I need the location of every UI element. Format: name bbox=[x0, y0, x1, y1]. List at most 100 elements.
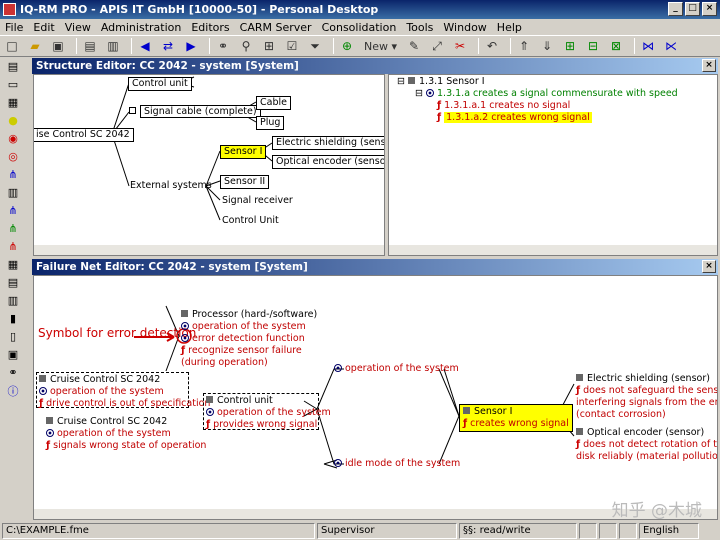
structure-node-signal-receiver[interactable]: Signal receiver bbox=[222, 195, 293, 207]
structure-node-cable[interactable]: Cable bbox=[256, 96, 291, 110]
menu-administration[interactable]: Administration bbox=[96, 21, 187, 34]
users-tool-icon[interactable]: ⚭ bbox=[3, 364, 23, 381]
close-button[interactable]: × bbox=[702, 2, 717, 16]
structure-node-plug[interactable]: Plug bbox=[256, 116, 285, 130]
function-icon bbox=[334, 459, 342, 467]
menu-file[interactable]: File bbox=[0, 21, 28, 34]
menu-consolidation[interactable]: Consolidation bbox=[317, 21, 402, 34]
undo-icon[interactable]: ↶ bbox=[483, 37, 501, 55]
save-icon[interactable]: ▣ bbox=[49, 37, 67, 55]
structure-node-external-systems[interactable]: External systems bbox=[130, 180, 212, 192]
optical-encoder-node[interactable]: Optical encoder (sensor) ƒ does not detec… bbox=[576, 427, 717, 463]
function-tree-root-label: 1.3.1 Sensor I bbox=[419, 76, 485, 87]
function-tree-root[interactable]: ⊟ 1.3.1 Sensor I bbox=[397, 76, 485, 88]
arrow-mixed-icon[interactable]: ⇄ bbox=[159, 37, 177, 55]
sensor-focus-node[interactable]: Sensor I ƒ creates wrong signal bbox=[459, 404, 573, 432]
structure-node-sensor-1[interactable]: Sensor I bbox=[220, 145, 267, 159]
failure-net-canvas[interactable]: Symbol for error detection Processor (ha… bbox=[33, 275, 718, 520]
structure-icon[interactable]: ⊞ bbox=[260, 37, 278, 55]
arrow-right-icon[interactable]: ▶ bbox=[182, 37, 200, 55]
new-file-icon[interactable]: □ bbox=[3, 37, 21, 55]
shielding-node[interactable]: Electric shielding (sensor) ƒ does not sa… bbox=[576, 373, 717, 421]
structure-element-icon bbox=[463, 407, 470, 414]
collapse-icon[interactable]: ⊟ bbox=[415, 88, 423, 99]
function-tree-function[interactable]: ⊟ 1.3.1.a creates a signal commensurate … bbox=[415, 88, 678, 100]
chart-tool-icon[interactable]: ▮ bbox=[3, 310, 23, 327]
net-tool-icon[interactable]: ⋔ bbox=[3, 202, 23, 219]
bars-tool-icon[interactable]: ▯ bbox=[3, 328, 23, 345]
add-node-icon[interactable]: ⊕ bbox=[338, 37, 356, 55]
check-icon[interactable]: ☑ bbox=[283, 37, 301, 55]
arrow-left-icon[interactable]: ◀ bbox=[136, 37, 154, 55]
binoculars-icon[interactable]: ⚭ bbox=[214, 37, 232, 55]
lightbulb-icon[interactable]: ● bbox=[3, 112, 23, 129]
processor-node[interactable]: Processor (hard-/software) operation of … bbox=[181, 309, 321, 369]
print-preview-icon[interactable]: ▤ bbox=[81, 37, 99, 55]
structure-node-control-unit[interactable]: Control unit bbox=[128, 77, 192, 91]
target-alt-icon[interactable]: ◎ bbox=[3, 148, 23, 165]
idle-mode-node[interactable]: idle mode of the system bbox=[334, 458, 460, 470]
new-dropdown-button[interactable]: New ▾ bbox=[361, 37, 400, 55]
grid-tool-icon[interactable]: ▦ bbox=[3, 256, 23, 273]
tree-collapse-icon[interactable]: ⊟ bbox=[584, 37, 602, 55]
structure-node-sensor-2[interactable]: Sensor II bbox=[220, 175, 270, 189]
info-icon[interactable]: ⓘ bbox=[3, 382, 23, 399]
minimize-button[interactable]: _ bbox=[668, 2, 683, 16]
print-icon[interactable]: ▥ bbox=[104, 37, 122, 55]
fmea-tool-icon[interactable]: ⋔ bbox=[3, 220, 23, 237]
failure-icon: ƒ bbox=[206, 419, 211, 430]
structure-node-control-unit-2[interactable]: Control Unit bbox=[222, 215, 279, 227]
disconnect-icon[interactable]: ✂ bbox=[451, 37, 469, 55]
target-icon[interactable]: ◉ bbox=[3, 130, 23, 147]
network-alt-icon[interactable]: ⋉ bbox=[662, 37, 680, 55]
structure-node-optical-encoder[interactable]: Optical encoder (sensor) bbox=[272, 155, 384, 169]
function-tree-failure-1[interactable]: ƒ 1.3.1.a.1 creates no signal bbox=[437, 100, 570, 112]
function-tree-panel[interactable]: ⊟ 1.3.1 Sensor I ⊟ 1.3.1.a creates a sig… bbox=[388, 74, 718, 256]
menu-view[interactable]: View bbox=[60, 21, 96, 34]
structure-editor-close-button[interactable]: × bbox=[702, 59, 716, 72]
menu-edit[interactable]: Edit bbox=[28, 21, 59, 34]
operation-function-node[interactable]: operation of the system bbox=[334, 363, 459, 375]
network-tool-icon[interactable]: ⋔ bbox=[3, 166, 23, 183]
menu-window[interactable]: Window bbox=[438, 21, 491, 34]
list-tool-icon[interactable]: ▥ bbox=[3, 292, 23, 309]
move-up-icon[interactable]: ⇑ bbox=[515, 37, 533, 55]
collapse-icon[interactable]: ⊟ bbox=[397, 76, 405, 87]
failure-net-close-button[interactable]: × bbox=[702, 260, 716, 273]
maximize-button[interactable]: □ bbox=[685, 2, 700, 16]
failure-icon: ƒ bbox=[437, 112, 442, 123]
find-next-icon[interactable]: ⚲ bbox=[237, 37, 255, 55]
network-icon[interactable]: ⋈ bbox=[639, 37, 657, 55]
structure-hscrollbar[interactable] bbox=[34, 244, 384, 255]
open-folder-icon[interactable]: ▰ bbox=[26, 37, 44, 55]
function-label: 1.3.1.a creates a signal commensurate wi… bbox=[437, 88, 678, 99]
menu-help[interactable]: Help bbox=[492, 21, 527, 34]
structure-tree-canvas[interactable]: ise Control SC 2042 Control unit Signal … bbox=[33, 74, 385, 256]
fault-tree-icon[interactable]: ⋔ bbox=[3, 238, 23, 255]
menu-carm-server[interactable]: CARM Server bbox=[235, 21, 317, 34]
control-unit-node[interactable]: Control unit operation of the system ƒ pr… bbox=[206, 395, 331, 431]
move-down-icon[interactable]: ⇓ bbox=[538, 37, 556, 55]
structure-element-icon bbox=[576, 428, 583, 435]
function-view-icon[interactable]: ▭ bbox=[3, 76, 23, 93]
structure-node-signal-cable[interactable]: Signal cable (complete) bbox=[129, 105, 261, 118]
function-tree-failure-2[interactable]: ƒ 1.3.1.a.2 creates wrong signal bbox=[437, 112, 592, 124]
menu-tools[interactable]: Tools bbox=[401, 21, 438, 34]
print-tool-icon[interactable]: ▣ bbox=[3, 346, 23, 363]
control-unit-function: operation of the system bbox=[217, 407, 331, 418]
connect-icon[interactable]: ⤢ bbox=[428, 37, 446, 55]
tree-tool-icon[interactable]: ▥ bbox=[3, 184, 23, 201]
failure-view-icon[interactable]: ▦ bbox=[3, 94, 23, 111]
table-tool-icon[interactable]: ▤ bbox=[3, 274, 23, 291]
structure-view-icon[interactable]: ▤ bbox=[3, 58, 23, 75]
cc2-node[interactable]: Cruise Control SC 2042 operation of the … bbox=[46, 416, 206, 452]
menu-editors[interactable]: Editors bbox=[186, 21, 234, 34]
cc1-node[interactable]: Cruise Control SC 2042 operation of the … bbox=[39, 374, 210, 410]
tree-expand-icon[interactable]: ⊞ bbox=[561, 37, 579, 55]
tree-level-icon[interactable]: ⊠ bbox=[607, 37, 625, 55]
structure-node-electric-shielding[interactable]: Electric shielding (sensor) bbox=[272, 136, 384, 150]
function-tree-hscrollbar[interactable] bbox=[389, 244, 717, 255]
structure-node-root[interactable]: ise Control SC 2042 bbox=[34, 128, 134, 142]
pencil-icon[interactable]: ✎ bbox=[405, 37, 423, 55]
filter-icon[interactable]: ⏷ bbox=[306, 37, 324, 55]
